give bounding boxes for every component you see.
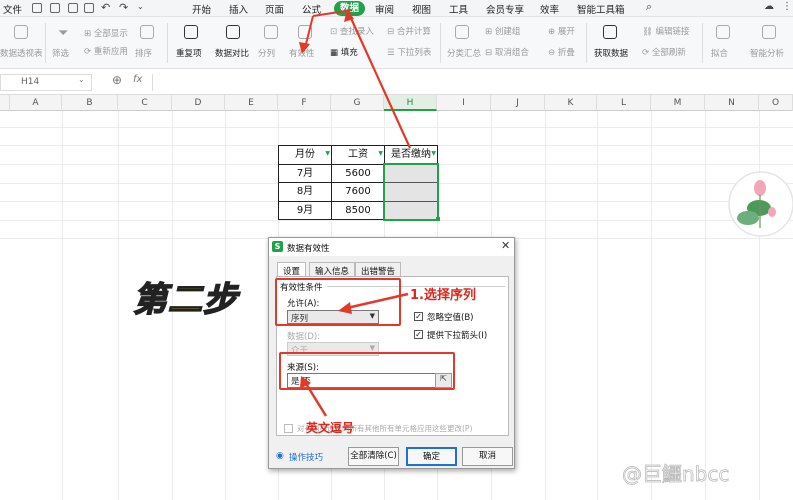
annotation-english-comma: 英文逗号 xyxy=(306,421,355,435)
watermark: @巨鱷nbcc xyxy=(622,462,730,487)
annotation-arrows xyxy=(299,9,412,417)
annotation-select-sequence: 1.选择序列 xyxy=(410,288,476,303)
